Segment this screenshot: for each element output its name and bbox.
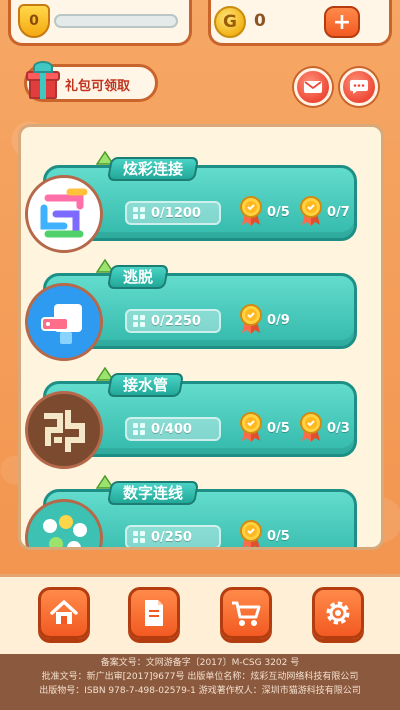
cart-icon [232, 601, 261, 626]
game-list-panel: 炫彩连接 0/1200 0/5 0/7 逃脱 0/2250 0/9 接水管 0/… [18, 124, 384, 550]
level-value: 0 [29, 13, 39, 29]
chat-button[interactable] [340, 68, 378, 106]
grid-icon [133, 531, 145, 543]
shop-button[interactable] [220, 587, 272, 639]
chat-icon [350, 80, 368, 94]
medal-icon [240, 412, 262, 442]
coin-symbol: G [223, 12, 237, 32]
progress-value: 0/1200 [151, 205, 201, 221]
medal-icon [300, 412, 322, 442]
level-progress: 0/1200 [125, 201, 221, 225]
add-coins-button[interactable]: + [324, 6, 360, 38]
footer-line: 备案文号：文网游备字〔2017〕M-CSG 3202 号 [100, 658, 300, 668]
home-button[interactable] [38, 587, 90, 639]
footer-license-info: 备案文号：文网游备字〔2017〕M-CSG 3202 号 批准文号：新广出审[2… [0, 654, 400, 710]
home-icon [50, 600, 78, 624]
game-card-number-link[interactable]: 数字连线 0/250 0/5 [25, 475, 357, 547]
grid-icon [133, 315, 145, 327]
document-button[interactable] [128, 587, 180, 639]
document-icon [145, 600, 163, 626]
medal-count: 0/3 [327, 421, 350, 436]
progress-value: 0/2250 [151, 313, 201, 329]
level-progress-bar [54, 14, 178, 28]
settings-button[interactable] [312, 587, 364, 639]
game-card-colorful-connect[interactable]: 炫彩连接 0/1200 0/5 0/7 [25, 151, 357, 253]
gift-claim-button[interactable]: 礼包可领取 [24, 61, 158, 102]
gear-icon [326, 601, 350, 625]
game-card-escape[interactable]: 逃脱 0/2250 0/9 [25, 259, 357, 361]
coin-icon: G [214, 6, 246, 38]
game-title: 接水管 [106, 373, 185, 397]
game-title: 逃脱 [106, 265, 170, 289]
progress-value: 0/250 [151, 529, 192, 545]
grid-icon [133, 207, 145, 219]
escape-icon [25, 283, 103, 361]
game-title: 炫彩连接 [106, 157, 200, 181]
medal-icon [240, 520, 262, 547]
level-progress: 0/400 [125, 417, 221, 441]
medal-count: 0/7 [327, 205, 350, 220]
grid-icon [133, 423, 145, 435]
medal-icon [300, 196, 322, 226]
add-coins-label: + [332, 9, 352, 35]
progress-value: 0/400 [151, 421, 192, 437]
medal-count: 0/5 [267, 205, 290, 220]
top-bar: 0 G 0 + [0, 0, 400, 52]
gift-label: 礼包可领取 [65, 79, 131, 94]
medal-count: 0/5 [267, 421, 290, 436]
footer-line: 出版物号：ISBN 978-7-498-02579-1 游戏著作权人：深圳市猫游… [39, 686, 361, 696]
medal-count: 0/9 [267, 313, 290, 328]
gift-icon [23, 59, 63, 99]
medal-count: 0/5 [267, 529, 290, 544]
pipe-connect-icon [25, 391, 103, 469]
medal-icon [240, 304, 262, 334]
level-progress: 0/2250 [125, 309, 221, 333]
mail-icon [304, 81, 322, 93]
game-title: 数字连线 [106, 481, 200, 505]
level-badge: 0 [18, 4, 50, 38]
colorful-connect-icon [25, 175, 103, 253]
bottom-nav [0, 574, 400, 654]
footer-line: 批准文号：新广出审[2017]9677号 出版单位名称：炫彩互动网络科技有限公司 [41, 672, 359, 682]
mail-button[interactable] [294, 68, 332, 106]
game-card-pipe-connect[interactable]: 接水管 0/400 0/5 0/3 [25, 367, 357, 469]
level-progress: 0/250 [125, 525, 221, 547]
medal-icon [240, 196, 262, 226]
coin-value: 0 [254, 11, 266, 31]
